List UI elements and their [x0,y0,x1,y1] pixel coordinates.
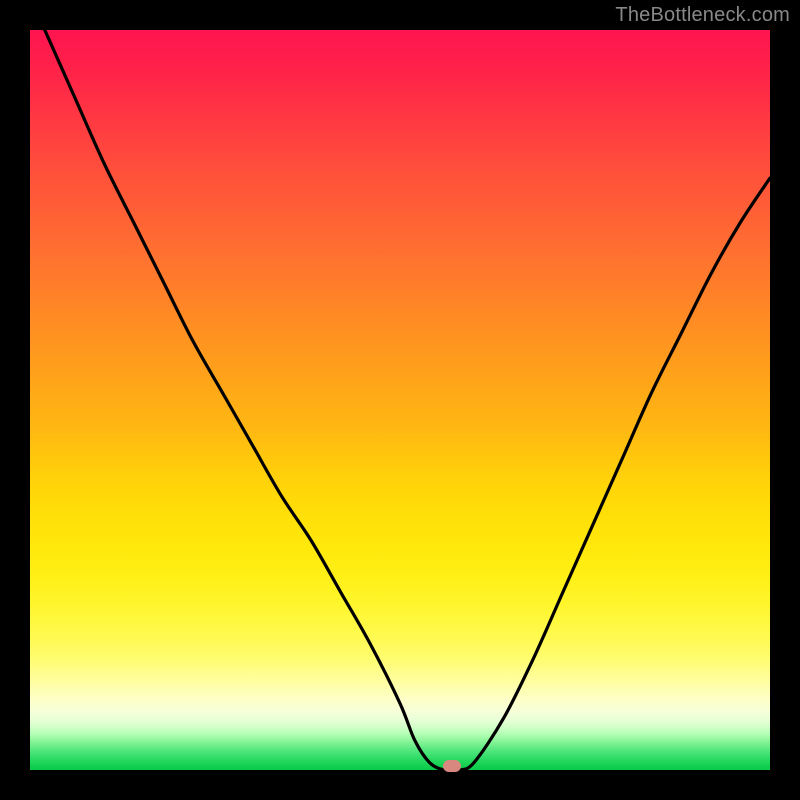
optimal-point-marker [443,760,461,772]
watermark-text: TheBottleneck.com [615,4,790,27]
plot-area [30,30,770,770]
chart-frame: TheBottleneck.com [0,0,800,800]
bottleneck-curve [30,30,770,770]
